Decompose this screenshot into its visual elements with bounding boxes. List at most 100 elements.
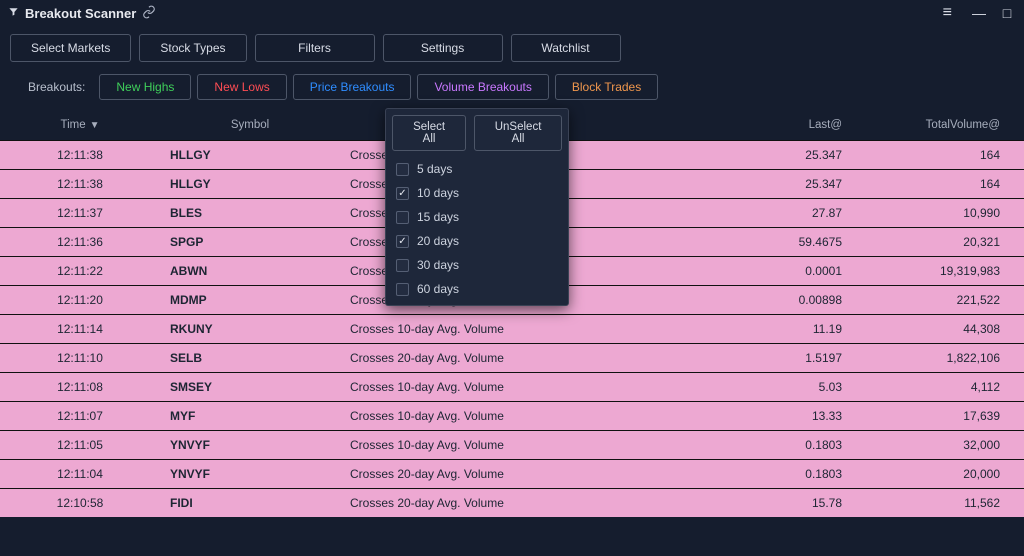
column-symbol[interactable]: Symbol	[160, 119, 340, 131]
cell-symbol: BLES	[160, 206, 340, 220]
cell-symbol: YNVYF	[160, 467, 340, 481]
cell-time: 12:11:10	[0, 351, 160, 365]
tab-new-highs[interactable]: New Highs	[99, 74, 191, 100]
filter-option-5-days[interactable]: 5 days	[386, 157, 568, 181]
cell-description: Crosses 20-day Avg. Volume	[340, 496, 670, 510]
cell-last: 0.1803	[670, 467, 860, 481]
table-row[interactable]: 12:10:58FIDICrosses 20-day Avg. Volume15…	[0, 488, 1024, 517]
settings-button[interactable]: Settings	[383, 34, 503, 62]
cell-time: 12:11:07	[0, 409, 160, 423]
cell-symbol: FIDI	[160, 496, 340, 510]
cell-last: 11.19	[670, 322, 860, 336]
filter-icon	[8, 6, 19, 20]
maximize-button[interactable]: □	[998, 5, 1016, 21]
menu-icon[interactable]: ≡	[943, 4, 952, 22]
cell-symbol: SMSEY	[160, 380, 340, 394]
cell-volume: 20,000	[860, 467, 1020, 481]
cell-symbol: MDMP	[160, 293, 340, 307]
cell-time: 12:11:38	[0, 148, 160, 162]
filter-option-60-days[interactable]: 60 days	[386, 277, 568, 301]
cell-symbol: RKUNY	[160, 322, 340, 336]
column-total-volume[interactable]: TotalVolume@	[860, 119, 1020, 131]
cell-description: Crosses 20-day Avg. Volume	[340, 351, 670, 365]
column-time[interactable]: Time ▼	[0, 119, 160, 131]
watchlist-button[interactable]: Watchlist	[511, 34, 621, 62]
cell-time: 12:11:05	[0, 438, 160, 452]
table-row[interactable]: 12:11:04YNVYFCrosses 20-day Avg. Volume0…	[0, 459, 1024, 488]
cell-symbol: HLLGY	[160, 177, 340, 191]
filter-option-15-days[interactable]: 15 days	[386, 205, 568, 229]
filters-button[interactable]: Filters	[255, 34, 375, 62]
cell-volume: 20,321	[860, 235, 1020, 249]
cell-description: Crosses 10-day Avg. Volume	[340, 322, 670, 336]
cell-volume: 11,562	[860, 496, 1020, 510]
table-row[interactable]: 12:11:08SMSEYCrosses 10-day Avg. Volume5…	[0, 372, 1024, 401]
cell-time: 12:11:36	[0, 235, 160, 249]
checkbox-icon	[396, 187, 409, 200]
cell-symbol: HLLGY	[160, 148, 340, 162]
cell-last: 27.87	[670, 206, 860, 220]
cell-last: 59.4675	[670, 235, 860, 249]
cell-volume: 1,822,106	[860, 351, 1020, 365]
cell-time: 12:11:22	[0, 264, 160, 278]
checkbox-icon	[396, 283, 409, 296]
cell-volume: 164	[860, 148, 1020, 162]
cell-volume: 32,000	[860, 438, 1020, 452]
cell-time: 12:10:58	[0, 496, 160, 510]
minimize-button[interactable]: —	[970, 5, 988, 21]
cell-volume: 17,639	[860, 409, 1020, 423]
cell-time: 12:11:04	[0, 467, 160, 481]
tab-block-trades[interactable]: Block Trades	[555, 74, 658, 100]
cell-description: Crosses 10-day Avg. Volume	[340, 380, 670, 394]
cell-time: 12:11:38	[0, 177, 160, 191]
tab-price-breakouts[interactable]: Price Breakouts	[293, 74, 412, 100]
checkbox-icon	[396, 163, 409, 176]
cell-volume: 10,990	[860, 206, 1020, 220]
cell-last: 25.347	[670, 177, 860, 191]
cell-symbol: ABWN	[160, 264, 340, 278]
sort-icon: ▼	[90, 120, 100, 131]
filter-option-10-days[interactable]: 10 days	[386, 181, 568, 205]
cell-time: 12:11:14	[0, 322, 160, 336]
select-all-button[interactable]: Select All	[392, 115, 466, 151]
cell-last: 25.347	[670, 148, 860, 162]
cell-symbol: SELB	[160, 351, 340, 365]
link-icon[interactable]	[142, 5, 156, 22]
checkbox-icon	[396, 211, 409, 224]
cell-volume: 4,112	[860, 380, 1020, 394]
cell-description: Crosses 10-day Avg. Volume	[340, 409, 670, 423]
days-filter-dropdown: Select All UnSelect All 5 days10 days15 …	[385, 108, 569, 306]
cell-description: Crosses 10-day Avg. Volume	[340, 438, 670, 452]
checkbox-icon	[396, 235, 409, 248]
window-title: Breakout Scanner	[25, 6, 136, 21]
table-row[interactable]: 12:11:07MYFCrosses 10-day Avg. Volume13.…	[0, 401, 1024, 430]
cell-last: 13.33	[670, 409, 860, 423]
cell-time: 12:11:37	[0, 206, 160, 220]
cell-symbol: MYF	[160, 409, 340, 423]
cell-time: 12:11:08	[0, 380, 160, 394]
cell-description: Crosses 20-day Avg. Volume	[340, 467, 670, 481]
table-row[interactable]: 12:11:14RKUNYCrosses 10-day Avg. Volume1…	[0, 314, 1024, 343]
cell-last: 15.78	[670, 496, 860, 510]
cell-symbol: YNVYF	[160, 438, 340, 452]
tab-volume-breakouts[interactable]: Volume Breakouts	[417, 74, 548, 100]
column-last[interactable]: Last@	[670, 119, 860, 131]
stock-types-button[interactable]: Stock Types	[139, 34, 246, 62]
cell-last: 0.00898	[670, 293, 860, 307]
select-markets-button[interactable]: Select Markets	[10, 34, 131, 62]
unselect-all-button[interactable]: UnSelect All	[474, 115, 562, 151]
cell-time: 12:11:20	[0, 293, 160, 307]
tab-new-lows[interactable]: New Lows	[197, 74, 286, 100]
checkbox-icon	[396, 259, 409, 272]
cell-volume: 164	[860, 177, 1020, 191]
cell-last: 0.0001	[670, 264, 860, 278]
cell-volume: 44,308	[860, 322, 1020, 336]
cell-symbol: SPGP	[160, 235, 340, 249]
cell-volume: 221,522	[860, 293, 1020, 307]
table-row[interactable]: 12:11:05YNVYFCrosses 10-day Avg. Volume0…	[0, 430, 1024, 459]
filter-option-20-days[interactable]: 20 days	[386, 229, 568, 253]
filter-option-30-days[interactable]: 30 days	[386, 253, 568, 277]
table-row[interactable]: 12:11:10SELBCrosses 20-day Avg. Volume1.…	[0, 343, 1024, 372]
cell-last: 0.1803	[670, 438, 860, 452]
cell-volume: 19,319,983	[860, 264, 1020, 278]
